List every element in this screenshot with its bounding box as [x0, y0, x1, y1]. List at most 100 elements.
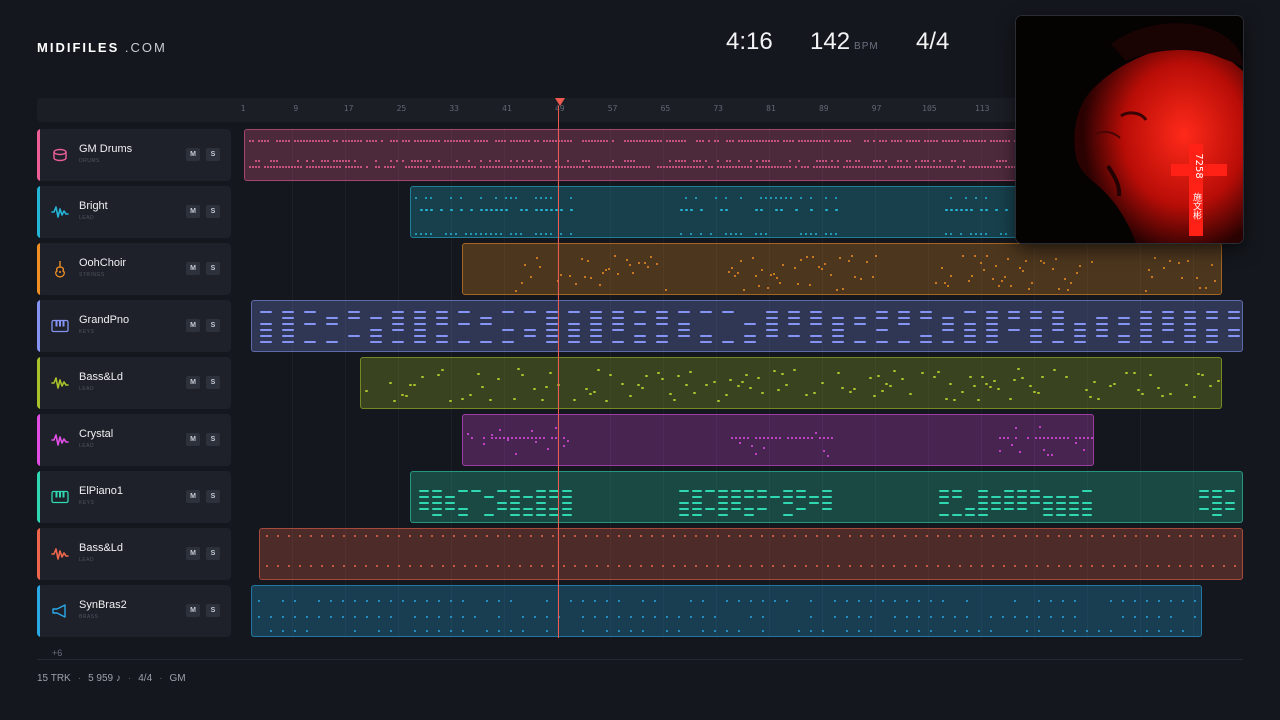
midi-note [846, 616, 848, 618]
midi-note [438, 166, 440, 168]
song-duration: 4:16 [726, 28, 773, 55]
playhead-line[interactable] [558, 106, 559, 638]
midi-note [930, 600, 932, 602]
midi-note [465, 233, 467, 235]
solo-button[interactable]: S [206, 205, 220, 218]
midi-note [528, 166, 530, 168]
midi-note [621, 166, 623, 168]
solo-button[interactable]: S [206, 376, 220, 389]
midi-clip[interactable] [360, 357, 1222, 409]
midi-clip[interactable] [462, 414, 1094, 466]
solo-button[interactable]: S [206, 148, 220, 161]
midi-note [1096, 323, 1108, 325]
midi-note [1134, 616, 1136, 618]
midi-note [909, 166, 911, 168]
solo-button[interactable]: S [206, 490, 220, 503]
midi-note [770, 273, 772, 276]
midi-note [481, 385, 484, 388]
midi-note [527, 437, 529, 439]
mute-button[interactable]: M [186, 547, 200, 560]
midi-note [783, 502, 793, 504]
midi-clip[interactable] [251, 585, 1202, 637]
midi-note [306, 166, 308, 168]
track-name: Crystal [79, 428, 114, 440]
midi-clip[interactable] [410, 471, 1243, 523]
midi-note [717, 565, 719, 567]
midi-note [822, 160, 824, 162]
midi-note [876, 341, 888, 343]
track-header[interactable]: Bass&Ld LEAD M S [37, 357, 231, 409]
solo-button[interactable]: S [206, 319, 220, 332]
midi-note [750, 140, 752, 142]
solo-button[interactable]: S [206, 604, 220, 617]
midi-note [498, 630, 500, 632]
midi-note [467, 432, 469, 435]
midi-clip[interactable] [259, 528, 1243, 580]
midi-note [584, 275, 586, 278]
midi-note [540, 160, 542, 162]
mute-button[interactable]: M [186, 490, 200, 503]
mute-button[interactable]: M [186, 148, 200, 161]
track-header[interactable]: Crystal LEAD M S [37, 414, 231, 466]
midi-note [450, 233, 452, 235]
midi-clip[interactable] [251, 300, 1243, 352]
midi-note [547, 448, 549, 451]
track-color-stripe [37, 471, 40, 523]
midi-note [893, 370, 896, 373]
mute-button[interactable]: M [186, 319, 200, 332]
midi-note [1075, 437, 1077, 439]
midi-note [873, 160, 875, 162]
track-header[interactable]: ElPiano1 KEYS M S [37, 471, 231, 523]
midi-note [1004, 490, 1014, 492]
midi-note [837, 140, 839, 142]
midi-note [783, 166, 785, 168]
midi-note [906, 166, 908, 168]
track-header[interactable]: OohChoir STRINGS M S [37, 243, 231, 295]
midi-note [1211, 264, 1213, 267]
solo-button[interactable]: S [206, 262, 220, 275]
midi-note [321, 565, 323, 567]
midi-note [1074, 335, 1086, 337]
midi-note [1194, 616, 1196, 618]
midi-note [642, 600, 644, 602]
midi-clip[interactable] [462, 243, 1222, 295]
midi-note [306, 160, 308, 162]
mute-button[interactable]: M [186, 433, 200, 446]
midi-note [590, 341, 602, 343]
mute-button[interactable]: M [186, 205, 200, 218]
mute-button[interactable]: M [186, 604, 200, 617]
midi-note [690, 166, 692, 168]
midi-note [1158, 600, 1160, 602]
midi-note [1025, 535, 1027, 537]
solo-button[interactable]: S [206, 433, 220, 446]
midi-note [575, 283, 577, 286]
midi-note [1194, 600, 1196, 602]
midi-note [568, 323, 580, 325]
midi-note [318, 600, 320, 602]
midi-note [327, 140, 329, 142]
mute-button[interactable]: M [186, 376, 200, 389]
midi-note [414, 166, 416, 168]
track-header[interactable]: SynBras2 BRASS M S [37, 585, 231, 637]
track-header[interactable]: Bass&Ld LEAD M S [37, 528, 231, 580]
track-header[interactable]: Bright LEAD M S [37, 186, 231, 238]
midi-note [791, 437, 793, 439]
midi-note [780, 197, 782, 199]
site-logo[interactable]: MIDIFILES .COM [37, 40, 167, 55]
more-tracks-indicator[interactable]: +6 [52, 648, 62, 658]
track-header[interactable]: GrandPno KEYS M S [37, 300, 231, 352]
mute-button[interactable]: M [186, 262, 200, 275]
track-header[interactable]: GM Drums DRUMS M S [37, 129, 231, 181]
midi-note [807, 166, 809, 168]
midi-note [270, 160, 272, 162]
playhead-marker[interactable] [554, 98, 565, 106]
midi-note [654, 140, 656, 142]
solo-button[interactable]: S [206, 547, 220, 560]
midi-note [774, 166, 776, 168]
midi-note [615, 166, 617, 168]
midi-note [751, 445, 753, 448]
midi-note [555, 166, 557, 168]
midi-note [430, 209, 433, 211]
midi-note [1069, 565, 1071, 567]
midi-note [1212, 535, 1214, 537]
